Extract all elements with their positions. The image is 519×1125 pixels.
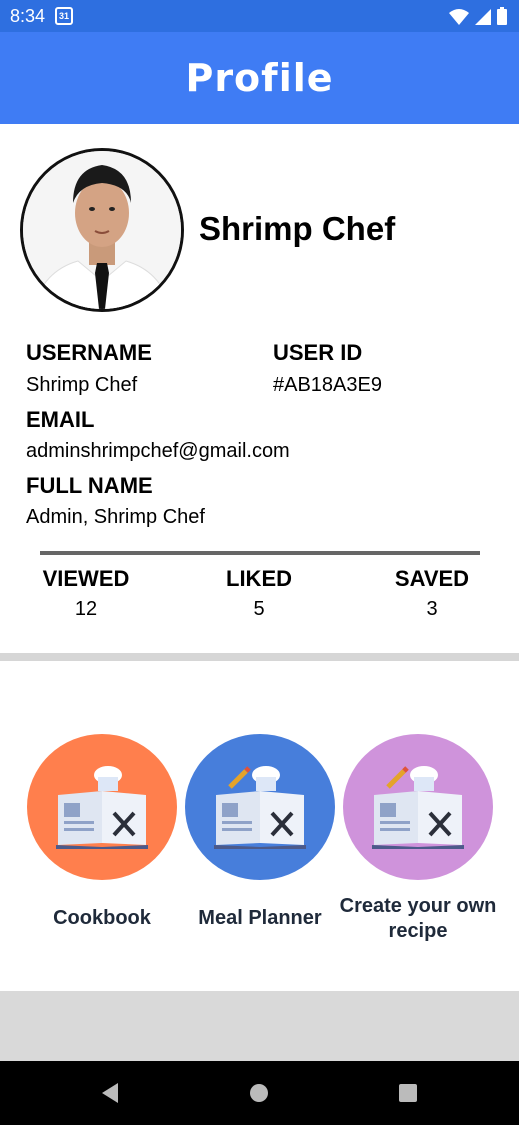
calendar-notification-icon: 31	[55, 7, 73, 25]
email-value: adminshrimpchef@gmail.com	[26, 440, 290, 462]
home-icon[interactable]	[249, 1083, 269, 1103]
cookbook-button[interactable]	[27, 734, 177, 880]
recents-icon[interactable]	[398, 1083, 418, 1103]
meal-planner-button[interactable]	[185, 734, 335, 880]
email-label: EMAIL	[26, 407, 95, 432]
system-nav-bar	[0, 1061, 519, 1125]
full-name-label: FULL NAME	[26, 473, 153, 498]
section-divider	[0, 653, 519, 661]
stats-divider	[40, 551, 480, 555]
status-time: 8:34	[10, 6, 46, 26]
cookbook-label[interactable]: Cookbook	[22, 906, 182, 931]
username-label: USERNAME	[26, 340, 152, 365]
battery-icon	[497, 7, 507, 25]
stat-liked-label: LIKED	[226, 566, 292, 591]
display-name: Shrimp Chef	[199, 210, 396, 247]
create-recipe-button[interactable]	[343, 734, 493, 880]
stat-liked-value: 5	[253, 598, 265, 620]
create-recipe-label[interactable]: Create your own recipe	[338, 894, 498, 944]
recipe-book-chef-hat-icon	[372, 766, 464, 849]
status-icons	[449, 7, 507, 25]
stat-saved-value: 3	[426, 598, 438, 620]
meal-planner-label[interactable]: Meal Planner	[180, 906, 340, 931]
avatar[interactable]	[20, 148, 184, 312]
username-value: Shrimp Chef	[26, 374, 138, 396]
wifi-icon	[449, 9, 469, 25]
app-header: Profile	[0, 32, 519, 124]
user-id-label: USER ID	[273, 340, 363, 365]
recipe-book-chef-hat-icon	[56, 766, 148, 849]
recipe-book-chef-hat-icon	[214, 766, 306, 849]
stat-viewed-value: 12	[74, 598, 98, 620]
profile-photo	[23, 151, 181, 309]
signal-icon	[475, 9, 491, 25]
full-name-value: Admin, Shrimp Chef	[26, 506, 205, 528]
stat-viewed-label: VIEWED	[42, 566, 130, 591]
bottom-band	[0, 991, 519, 1061]
page-title: Profile	[185, 56, 334, 100]
user-id-value: #AB18A3E9	[273, 374, 382, 396]
stat-saved-label: SAVED	[394, 566, 470, 591]
back-icon[interactable]	[100, 1083, 120, 1103]
status-bar: 8:34 31	[0, 0, 519, 32]
